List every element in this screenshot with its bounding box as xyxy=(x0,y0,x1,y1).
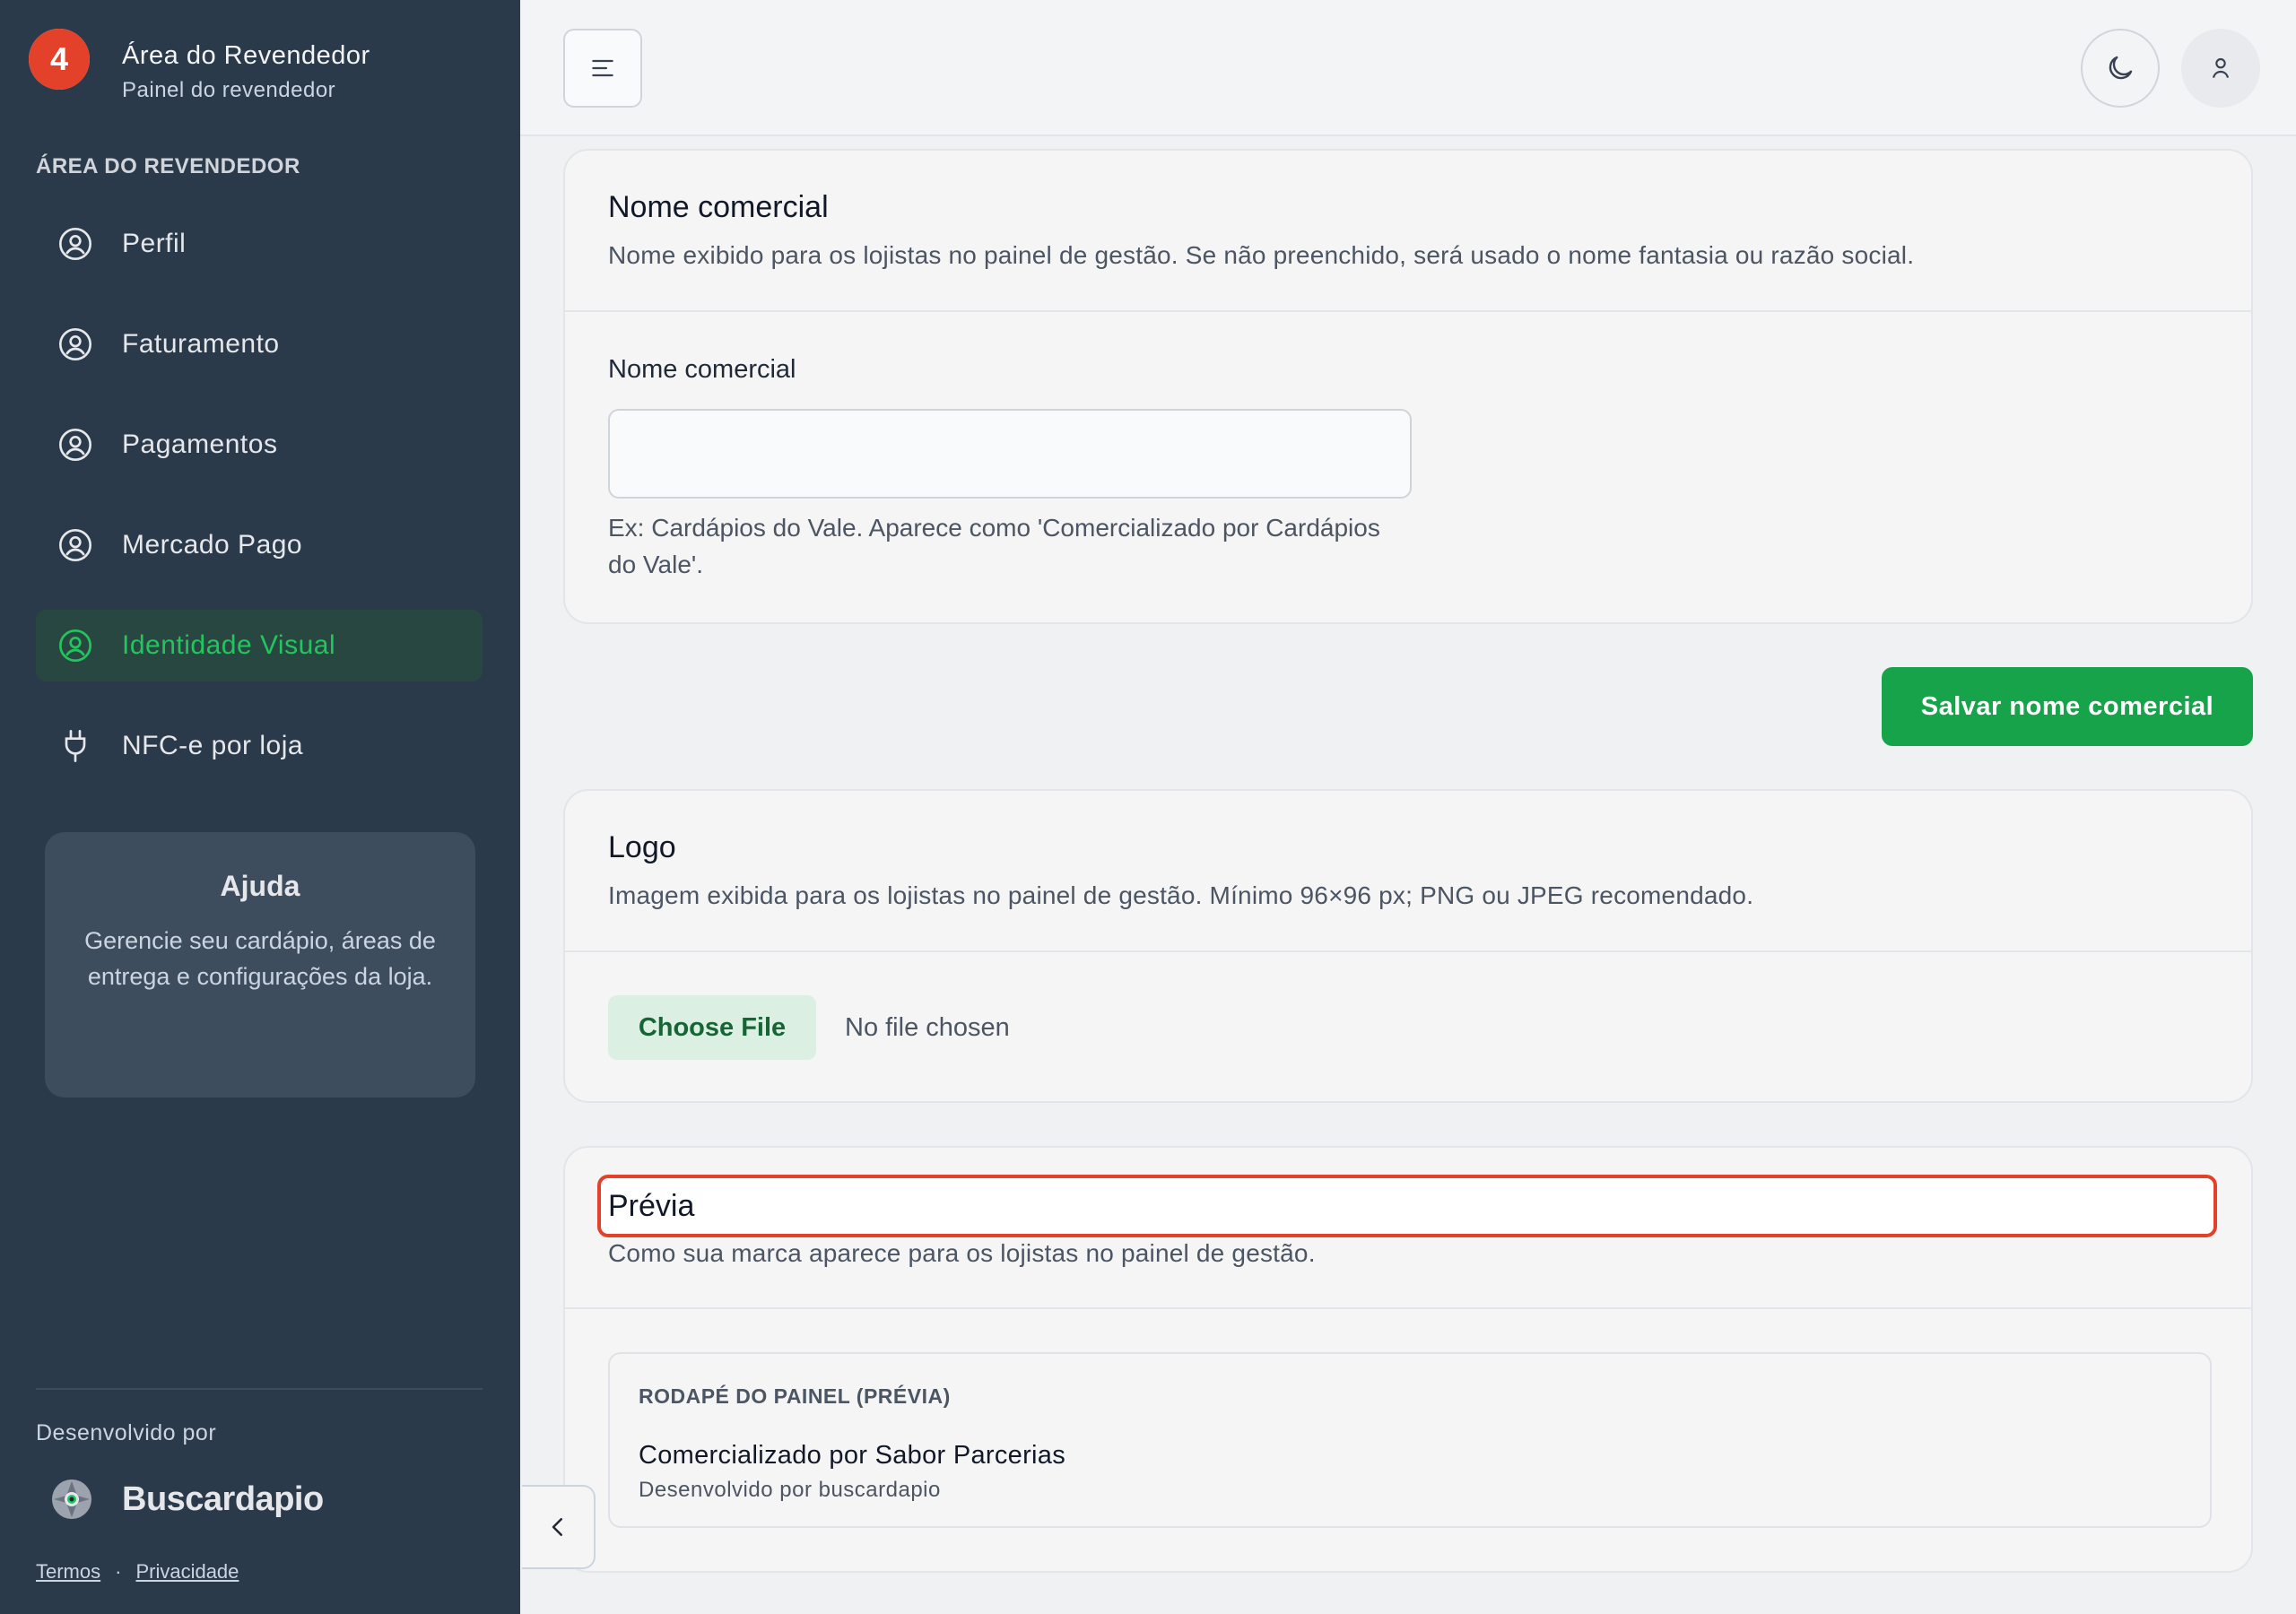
help-title: Ajuda xyxy=(220,870,300,902)
brand-subtitle: Painel do revendedor xyxy=(122,78,336,102)
collapse-sidebar-button[interactable] xyxy=(522,1485,596,1569)
sidebar-item-label: Mercado Pago xyxy=(122,530,303,560)
sidebar-item-label: Pagamentos xyxy=(122,430,278,459)
footer-preview-box: RODAPÉ DO PAINEL (PRÉVIA) Comercializado… xyxy=(608,1352,2212,1528)
chevron-left-icon xyxy=(552,1518,562,1536)
developer-logo: Buscardapio xyxy=(50,1478,324,1521)
footer-preview-main: Comercializado por Sabor Parcerias xyxy=(639,1441,1066,1470)
notification-badge[interactable]: 4 xyxy=(29,29,90,90)
sidebar-item-pagamentos[interactable]: Pagamentos xyxy=(36,409,483,481)
choose-file-button[interactable]: Choose File xyxy=(608,995,816,1060)
user-circle-icon xyxy=(59,328,91,360)
card-description: Nome exibido para os lojistas no painel … xyxy=(608,241,1915,269)
file-input: Choose File No file chosen xyxy=(608,995,1010,1060)
sidebar: 4 Área do Revendedor Painel do revendedo… xyxy=(0,0,520,1614)
developed-by-label: Desenvolvido por xyxy=(36,1420,217,1445)
plug-icon xyxy=(65,730,86,762)
sidebar-item-perfil[interactable]: Perfil xyxy=(36,208,483,280)
save-commercial-name-button[interactable]: Salvar nome comercial xyxy=(1882,667,2253,746)
user-circle-icon xyxy=(59,228,91,260)
topbar xyxy=(520,0,2296,136)
sidebar-item-identidade-visual[interactable]: Identidade Visual xyxy=(36,610,483,681)
theme-toggle-button[interactable] xyxy=(2081,29,2160,108)
card-title: Nome comercial xyxy=(608,190,829,224)
moon-icon xyxy=(2109,56,2133,80)
sidebar-item-label: Perfil xyxy=(122,229,187,258)
sidebar-item-mercado-pago[interactable]: Mercado Pago xyxy=(36,509,483,581)
commercial-name-input[interactable] xyxy=(608,409,1412,499)
brand-title: Área do Revendedor xyxy=(122,41,370,70)
commercial-name-hint: Ex: Cardápios do Vale. Aparece como 'Com… xyxy=(608,514,1380,578)
user-icon xyxy=(2212,57,2230,78)
help-card: Ajuda Gerencie seu cardápio, áreas de en… xyxy=(45,832,475,1098)
commercial-name-card: Nome comercial Nome exibido para os loji… xyxy=(563,149,2253,624)
card-title: Prévia xyxy=(608,1189,695,1223)
brand-avatar: 4 xyxy=(29,29,90,90)
card-title: Logo xyxy=(608,830,676,864)
help-text: Gerencie seu cardápio, áreas de entrega … xyxy=(84,927,436,990)
card-description: Como sua marca aparece para os lojistas … xyxy=(608,1239,1316,1267)
footer-links: Termos · Privacidade xyxy=(36,1560,239,1584)
sidebar-item-faturamento[interactable]: Faturamento xyxy=(36,308,483,380)
sidebar-item-label: NFC-e por loja xyxy=(122,731,304,760)
file-status: No file chosen xyxy=(845,1012,1010,1042)
sidebar-item-label: Faturamento xyxy=(122,329,280,359)
privacy-link[interactable]: Privacidade xyxy=(135,1560,239,1583)
user-circle-icon xyxy=(59,529,91,561)
link-separator: · xyxy=(115,1560,122,1583)
sidebar-item-label: Identidade Visual xyxy=(122,630,336,660)
logo-card: Logo Imagem exibida para os lojistas no … xyxy=(563,789,2253,1103)
menu-button[interactable] xyxy=(563,29,642,108)
preview-title-highlight xyxy=(597,1175,2217,1237)
user-circle-icon xyxy=(59,429,91,461)
developer-name: Buscardapio xyxy=(122,1480,324,1518)
commercial-name-label: Nome comercial xyxy=(608,355,796,384)
menu-icon xyxy=(592,59,613,77)
user-circle-icon xyxy=(59,629,91,662)
user-menu-button[interactable] xyxy=(2181,29,2260,108)
sidebar-item-nfce[interactable]: NFC-e por loja xyxy=(36,710,483,782)
buscardapio-logo-icon xyxy=(52,1480,91,1519)
preview-card: Prévia Como sua marca aparece para os lo… xyxy=(563,1146,2253,1573)
footer-preview-sub: Desenvolvido por buscardapio xyxy=(639,1478,941,1502)
footer-preview-label: RODAPÉ DO PAINEL (PRÉVIA) xyxy=(639,1384,951,1408)
brand: 4 Área do Revendedor Painel do revendedo… xyxy=(29,29,370,103)
sidebar-section-label: ÁREA DO REVENDEDOR xyxy=(36,154,300,178)
terms-link[interactable]: Termos xyxy=(36,1560,100,1583)
card-description: Imagem exibida para os lojistas no paine… xyxy=(608,881,1754,909)
sidebar-divider xyxy=(36,1388,483,1390)
sidebar-nav: Perfil Faturamento Pagamentos Mercado Pa… xyxy=(36,208,483,811)
